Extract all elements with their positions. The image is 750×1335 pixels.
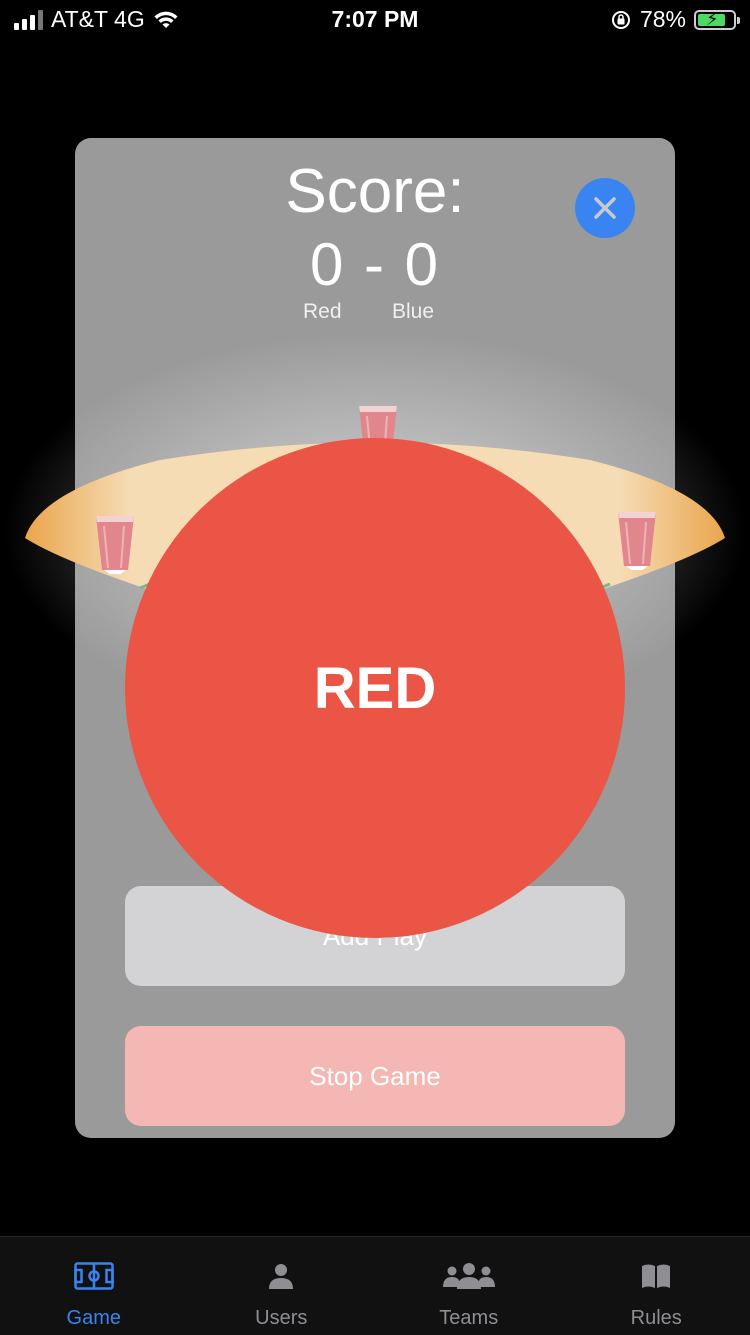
status-right: 78% ⚡ — [610, 6, 736, 33]
cup-icon — [94, 512, 136, 574]
score-label-blue: Blue — [392, 300, 434, 324]
cup-icon — [616, 508, 658, 570]
group-icon — [443, 1262, 495, 1290]
tab-label: Users — [255, 1307, 307, 1330]
score-label-red: Red — [303, 300, 342, 324]
tab-teams[interactable]: Teams — [375, 1237, 563, 1335]
turn-indicator-label: RED — [314, 655, 436, 722]
status-bar: AT&T 4G 7:07 PM 78% ⚡ — [0, 0, 750, 40]
tab-users[interactable]: Users — [188, 1237, 376, 1335]
field-icon — [74, 1262, 114, 1290]
score-value: 0 - 0 — [75, 230, 675, 299]
battery-charging-icon: ⚡ — [694, 10, 736, 30]
battery-percent: 78% — [640, 6, 686, 33]
close-button[interactable] — [575, 178, 635, 238]
tab-label: Rules — [631, 1307, 682, 1330]
stop-game-button[interactable]: Stop Game — [125, 1026, 625, 1126]
tab-game[interactable]: Game — [0, 1237, 188, 1335]
tab-label: Teams — [439, 1307, 498, 1330]
tab-bar: Game Users Teams — [0, 1236, 750, 1335]
person-icon — [267, 1262, 295, 1290]
book-icon — [641, 1263, 671, 1289]
tab-rules[interactable]: Rules — [563, 1237, 750, 1335]
turn-indicator[interactable]: RED — [125, 438, 625, 938]
close-icon — [591, 194, 619, 222]
orientation-lock-icon — [610, 9, 632, 31]
tab-label: Game — [67, 1307, 121, 1330]
